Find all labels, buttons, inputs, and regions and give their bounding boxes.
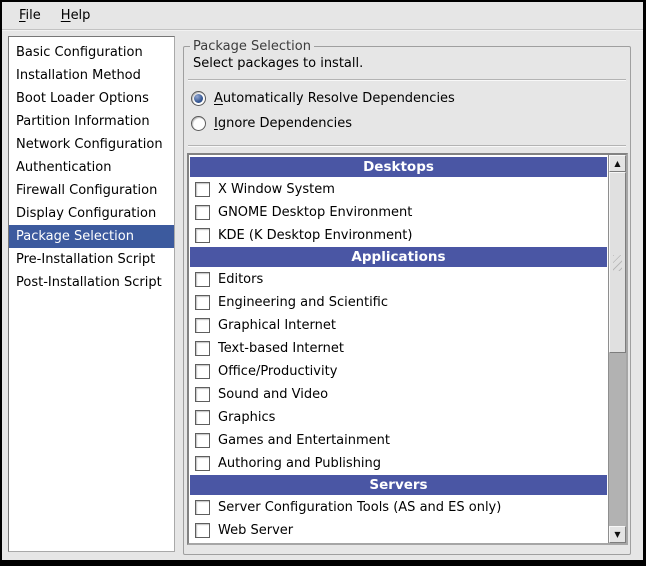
checkbox-icon[interactable] <box>195 433 210 448</box>
radio-button-icon[interactable] <box>191 91 206 106</box>
radio-label: Ignore Dependencies <box>214 116 352 131</box>
checkbox-icon[interactable] <box>195 364 210 379</box>
checkbox-icon[interactable] <box>195 410 210 425</box>
checkbox-icon[interactable] <box>195 341 210 356</box>
sidebar-item-basic-configuration[interactable]: Basic Configuration <box>9 41 174 64</box>
down-arrow-icon: ▼ <box>614 530 620 539</box>
package-item-office-productivity[interactable]: Office/Productivity <box>189 360 608 383</box>
package-item-graphical-internet[interactable]: Graphical Internet <box>189 314 608 337</box>
sidebar-item-display-configuration[interactable]: Display Configuration <box>9 202 174 225</box>
vertical-scrollbar[interactable]: ▲ ▼ <box>608 155 626 543</box>
menu-item-file[interactable]: File <box>9 2 51 29</box>
package-item-label: Server Configuration Tools (AS and ES on… <box>218 500 501 515</box>
sidebar-item-installation-method[interactable]: Installation Method <box>9 64 174 87</box>
sidebar-item-partition-information[interactable]: Partition Information <box>9 110 174 133</box>
sidebar-item-firewall-configuration[interactable]: Firewall Configuration <box>9 179 174 202</box>
radio-button-icon[interactable] <box>191 116 206 131</box>
package-item-label: Graphics <box>218 410 275 425</box>
checkbox-icon[interactable] <box>195 295 210 310</box>
package-group-header-servers: Servers <box>190 475 607 495</box>
checkbox-icon[interactable] <box>195 523 210 538</box>
checkbox-icon[interactable] <box>195 272 210 287</box>
scrollbar-down-button[interactable]: ▼ <box>609 526 626 543</box>
config-sidebar: Basic ConfigurationInstallation MethodBo… <box>8 36 175 552</box>
package-list: Desktops X Window System GNOME Desktop E… <box>187 153 628 545</box>
menu-item-accel: H <box>61 8 71 23</box>
up-arrow-icon: ▲ <box>614 159 620 168</box>
separator <box>188 79 626 81</box>
radio-option-automatically-resolve-dependencies[interactable]: Automatically Resolve Dependencies <box>191 86 622 111</box>
package-item-editors[interactable]: Editors <box>189 268 608 291</box>
sidebar-item-post-installation-script[interactable]: Post-Installation Script <box>9 271 174 294</box>
package-item-label: Games and Entertainment <box>218 433 390 448</box>
app-window: FileHelp Basic ConfigurationInstallation… <box>2 2 643 560</box>
separator <box>188 145 626 147</box>
package-list-content: Desktops X Window System GNOME Desktop E… <box>189 155 608 543</box>
radio-option-ignore-dependencies[interactable]: Ignore Dependencies <box>191 111 622 136</box>
package-group-header-applications: Applications <box>190 247 607 267</box>
menu-item-label: ile <box>26 8 41 23</box>
package-item-label: Engineering and Scientific <box>218 295 388 310</box>
dependency-radio-group: Automatically Resolve Dependencies Ignor… <box>191 86 622 136</box>
menubar: FileHelp <box>2 2 643 30</box>
package-item-label: Authoring and Publishing <box>218 456 381 471</box>
radio-label: Automatically Resolve Dependencies <box>214 91 455 106</box>
package-selection-frame: Package Selection Select packages to ins… <box>183 46 631 555</box>
scrollbar-up-button[interactable]: ▲ <box>609 155 626 172</box>
package-item-graphics[interactable]: Graphics <box>189 406 608 429</box>
package-item-label: Office/Productivity <box>218 364 337 379</box>
checkbox-icon[interactable] <box>195 387 210 402</box>
package-item-x-window-system[interactable]: X Window System <box>189 178 608 201</box>
sidebar-item-package-selection[interactable]: Package Selection <box>9 225 174 248</box>
package-item-label: Editors <box>218 272 263 287</box>
package-item-gnome-desktop-environment[interactable]: GNOME Desktop Environment <box>189 201 608 224</box>
package-item-web-server[interactable]: Web Server <box>189 519 608 542</box>
checkbox-icon[interactable] <box>195 182 210 197</box>
package-item-text-based-internet[interactable]: Text-based Internet <box>189 337 608 360</box>
package-item-label: Text-based Internet <box>218 341 344 356</box>
checkbox-icon[interactable] <box>195 500 210 515</box>
checkbox-icon[interactable] <box>195 456 210 471</box>
package-item-label: Sound and Video <box>218 387 328 402</box>
package-item-engineering-and-scientific[interactable]: Engineering and Scientific <box>189 291 608 314</box>
sidebar-item-boot-loader-options[interactable]: Boot Loader Options <box>9 87 174 110</box>
checkbox-icon[interactable] <box>195 318 210 333</box>
package-item-sound-and-video[interactable]: Sound and Video <box>189 383 608 406</box>
package-item-label: GNOME Desktop Environment <box>218 205 412 220</box>
menu-item-help[interactable]: Help <box>51 2 101 29</box>
package-item-kde-k-desktop-environment[interactable]: KDE (K Desktop Environment) <box>189 224 608 247</box>
package-item-authoring-and-publishing[interactable]: Authoring and Publishing <box>189 452 608 475</box>
menu-item-label: elp <box>71 8 91 23</box>
package-item-server-configuration-tools-as-and-es-only[interactable]: Server Configuration Tools (AS and ES on… <box>189 496 608 519</box>
scrollbar-track[interactable] <box>609 353 626 526</box>
package-item-games-and-entertainment[interactable]: Games and Entertainment <box>189 429 608 452</box>
package-group-header-desktops: Desktops <box>190 157 607 177</box>
sidebar-item-authentication[interactable]: Authentication <box>9 156 174 179</box>
checkbox-icon[interactable] <box>195 205 210 220</box>
package-item-label: KDE (K Desktop Environment) <box>218 228 412 243</box>
package-item-label: X Window System <box>218 182 335 197</box>
sidebar-item-pre-installation-script[interactable]: Pre-Installation Script <box>9 248 174 271</box>
sidebar-item-network-configuration[interactable]: Network Configuration <box>9 133 174 156</box>
package-item-label: Web Server <box>218 523 293 538</box>
checkbox-icon[interactable] <box>195 228 210 243</box>
package-item-label: Graphical Internet <box>218 318 336 333</box>
frame-title: Package Selection <box>190 38 314 55</box>
description-text: Select packages to install. <box>193 56 363 71</box>
scrollbar-thumb[interactable] <box>609 172 626 353</box>
